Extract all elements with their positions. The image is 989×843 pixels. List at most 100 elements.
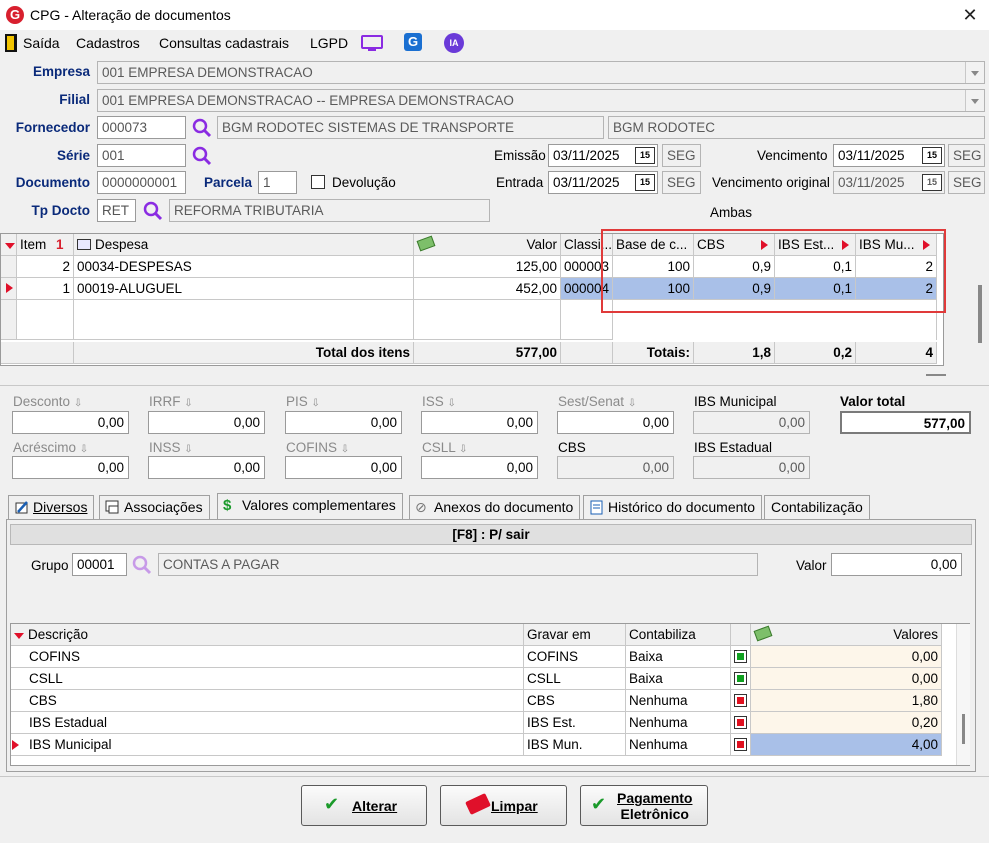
limpar-button[interactable]: Limpar bbox=[440, 785, 567, 826]
table-cell[interactable]: IBS Municipal bbox=[11, 734, 524, 756]
tab-associacoes[interactable]: Associações bbox=[99, 495, 210, 519]
table-cell[interactable]: CSLL bbox=[11, 668, 524, 690]
tab-historico[interactable]: Histórico do documento bbox=[583, 495, 763, 519]
table-cell[interactable]: 000003 bbox=[561, 256, 613, 278]
table-cell[interactable]: COFINS bbox=[11, 646, 524, 668]
menu-cadastros[interactable]: Cadastros bbox=[76, 35, 140, 51]
table-cell[interactable]: COFINS bbox=[524, 646, 626, 668]
filial-select[interactable]: 001 EMPRESA DEMONSTRACAO -- EMPRESA DEMO… bbox=[97, 89, 985, 112]
empresa-select[interactable]: 001 EMPRESA DEMONSTRACAO bbox=[97, 61, 985, 84]
calendar-icon[interactable]: 15 bbox=[635, 147, 655, 164]
scrollbar-thumb[interactable] bbox=[978, 285, 982, 343]
table-cell[interactable]: 0,1 bbox=[775, 278, 856, 300]
table-cell[interactable]: 00034-DESPESAS bbox=[74, 256, 414, 278]
table-cell[interactable]: 1 bbox=[17, 278, 74, 300]
table-cell[interactable]: 000004 bbox=[561, 278, 613, 300]
close-button[interactable]: ✕ bbox=[958, 4, 982, 26]
col-contabiliza[interactable]: Contabiliza bbox=[626, 624, 731, 646]
table-cell[interactable]: 2 bbox=[856, 278, 937, 300]
col-valores[interactable]: Valores bbox=[751, 624, 942, 646]
tab-contabilizacao[interactable]: Contabilização bbox=[764, 495, 870, 519]
valor-input[interactable]: 0,00 bbox=[831, 553, 962, 576]
emissao-date-input[interactable]: 03/11/2025 15 bbox=[548, 144, 658, 167]
sest-input[interactable]: 0,00 bbox=[557, 411, 674, 434]
table-cell[interactable]: 125,00 bbox=[414, 256, 561, 278]
col-ibs-est[interactable]: IBS Est... bbox=[775, 234, 856, 256]
row-indicator[interactable] bbox=[1, 278, 17, 300]
calendar-icon[interactable]: 15 bbox=[922, 147, 942, 164]
table-cell[interactable]: CSLL bbox=[524, 668, 626, 690]
search-icon[interactable] bbox=[191, 145, 213, 167]
serie-input[interactable]: 001 bbox=[97, 144, 186, 167]
grupo-code-input[interactable]: 00001 bbox=[72, 553, 127, 576]
table-cell[interactable]: IBS Est. bbox=[524, 712, 626, 734]
table-cell[interactable]: 00019-ALUGUEL bbox=[74, 278, 414, 300]
scrollbar[interactable] bbox=[956, 624, 970, 765]
table-cell[interactable]: Baixa bbox=[626, 646, 731, 668]
chevron-down-icon[interactable] bbox=[965, 90, 984, 111]
table-cell[interactable] bbox=[731, 690, 751, 712]
search-icon[interactable] bbox=[142, 200, 164, 222]
menu-consultas[interactable]: Consultas cadastrais bbox=[159, 35, 289, 51]
tab-anexos[interactable]: ⊘ Anexos do documento bbox=[409, 495, 581, 519]
table-cell[interactable]: 100 bbox=[613, 256, 694, 278]
irrf-input[interactable]: 0,00 bbox=[148, 411, 265, 434]
desconto-input[interactable]: 0,00 bbox=[12, 411, 129, 434]
table-cell[interactable] bbox=[731, 712, 751, 734]
col-base[interactable]: Base de c... bbox=[613, 234, 694, 256]
inss-input[interactable]: 0,00 bbox=[148, 456, 265, 479]
table-cell[interactable]: Nenhuma bbox=[626, 712, 731, 734]
col-gravar[interactable]: Gravar em bbox=[524, 624, 626, 646]
ia-assistant-icon[interactable]: IA bbox=[444, 33, 464, 53]
devolucao-checkbox[interactable] bbox=[311, 175, 325, 189]
table-cell[interactable] bbox=[731, 668, 751, 690]
col-cbs[interactable]: CBS bbox=[694, 234, 775, 256]
table-cell[interactable] bbox=[731, 734, 751, 756]
tab-diversos[interactable]: Diversos bbox=[8, 495, 95, 519]
chevron-down-icon[interactable] bbox=[965, 62, 984, 83]
exit-door-icon[interactable] bbox=[5, 34, 17, 52]
table-cell[interactable]: 0,00 bbox=[751, 668, 942, 690]
scrollbar-thumb[interactable] bbox=[962, 714, 965, 744]
col-despesa[interactable]: Despesa bbox=[74, 234, 414, 256]
complementary-grid[interactable]: Descrição Gravar em Contabiliza Valores … bbox=[10, 623, 970, 766]
table-cell[interactable]: 0,9 bbox=[694, 256, 775, 278]
menu-saida[interactable]: Saída bbox=[23, 35, 60, 51]
calendar-icon[interactable]: 15 bbox=[635, 174, 655, 191]
tpdocto-code-input[interactable]: RET bbox=[97, 199, 136, 222]
table-cell[interactable]: Baixa bbox=[626, 668, 731, 690]
pis-input[interactable]: 0,00 bbox=[285, 411, 402, 434]
search-icon[interactable] bbox=[191, 117, 213, 139]
fornecedor-code-input[interactable]: 000073 bbox=[97, 116, 186, 139]
splitter-handle[interactable] bbox=[926, 374, 946, 376]
table-cell[interactable]: 0,9 bbox=[694, 278, 775, 300]
monitor-icon[interactable] bbox=[360, 34, 384, 53]
table-cell[interactable] bbox=[731, 646, 751, 668]
tab-valores-complementares[interactable]: $ Valores complementares bbox=[217, 493, 403, 520]
table-cell[interactable]: 0,20 bbox=[751, 712, 942, 734]
table-cell[interactable]: Nenhuma bbox=[626, 734, 731, 756]
vencimento-date-input[interactable]: 03/11/2025 15 bbox=[833, 144, 945, 167]
row-indicator[interactable] bbox=[1, 256, 17, 278]
table-cell[interactable]: CBS bbox=[11, 690, 524, 712]
documento-input[interactable]: 0000000001 bbox=[97, 171, 186, 194]
table-cell[interactable]: Nenhuma bbox=[626, 690, 731, 712]
iss-input[interactable]: 0,00 bbox=[421, 411, 538, 434]
menu-lgpd[interactable]: LGPD bbox=[310, 35, 348, 51]
csll-input[interactable]: 0,00 bbox=[421, 456, 538, 479]
g-logo-icon[interactable]: G bbox=[404, 33, 422, 51]
col-ibs-mun[interactable]: IBS Mu... bbox=[856, 234, 937, 256]
table-cell[interactable]: IBS Mun. bbox=[524, 734, 626, 756]
parcela-input[interactable]: 1 bbox=[258, 171, 297, 194]
table-cell[interactable]: 100 bbox=[613, 278, 694, 300]
table-cell[interactable]: IBS Estadual bbox=[11, 712, 524, 734]
items-grid[interactable]: Item 1 Despesa Valor Classi... Base de c… bbox=[0, 233, 944, 366]
col-classi[interactable]: Classi... bbox=[561, 234, 613, 256]
table-cell[interactable]: 1,80 bbox=[751, 690, 942, 712]
col-item[interactable]: Item 1 bbox=[17, 234, 74, 256]
col-descricao[interactable]: Descrição bbox=[11, 624, 524, 646]
table-cell[interactable]: 2 bbox=[17, 256, 74, 278]
table-cell[interactable]: CBS bbox=[524, 690, 626, 712]
acrescimo-input[interactable]: 0,00 bbox=[12, 456, 129, 479]
alterar-button[interactable]: ✔ Alterar bbox=[301, 785, 427, 826]
